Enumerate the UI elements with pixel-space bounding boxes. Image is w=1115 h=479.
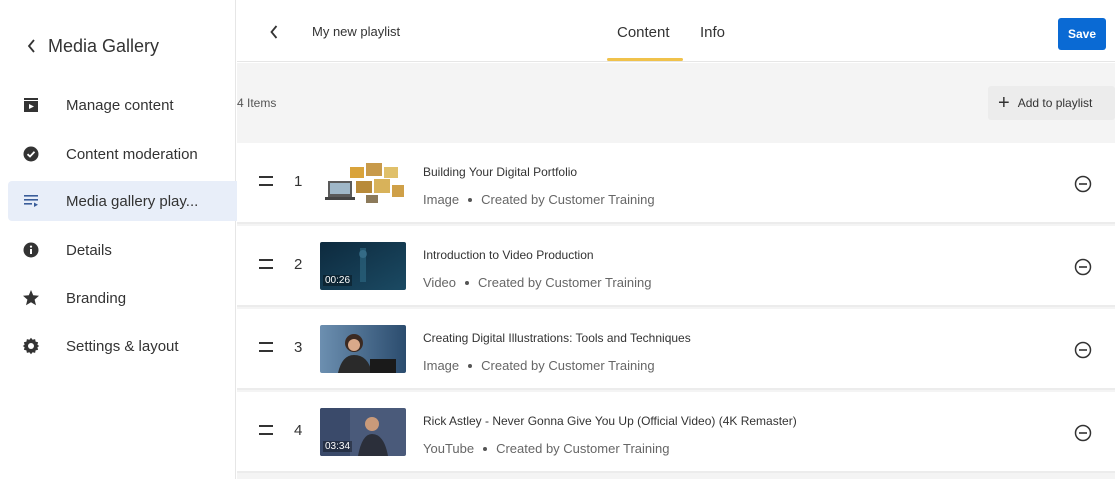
tab-content[interactable]: Content bbox=[617, 24, 670, 41]
item-creator: Created by Customer Training bbox=[496, 441, 670, 456]
list-item: 2 00:26 Introduction to Video Production… bbox=[237, 226, 1115, 307]
sidebar-header: Media Gallery bbox=[22, 33, 159, 59]
item-thumbnail bbox=[320, 325, 406, 373]
separator-dot bbox=[468, 197, 473, 202]
sidebar-item-label: Branding bbox=[66, 289, 127, 307]
item-creator: Created by Customer Training bbox=[481, 192, 655, 207]
tab-info[interactable]: Info bbox=[700, 24, 725, 41]
playlist-items-list: 1 Building Your Digital Portfolio Image … bbox=[237, 143, 1115, 473]
sidebar-item-manage-content[interactable]: Manage content bbox=[8, 85, 242, 125]
save-button[interactable]: Save bbox=[1058, 18, 1106, 50]
sidebar-title: Media Gallery bbox=[48, 35, 160, 56]
info-icon bbox=[21, 240, 41, 260]
item-title[interactable]: Introduction to Video Production bbox=[423, 248, 594, 262]
sidebar: Media Gallery Manage content Content mod… bbox=[0, 0, 241, 479]
item-meta: YouTube Created by Customer Training bbox=[423, 441, 670, 456]
sidebar-item-content-moderation[interactable]: Content moderation bbox=[8, 134, 242, 174]
item-index: 1 bbox=[294, 173, 303, 190]
item-thumbnail: 00:26 bbox=[320, 242, 406, 290]
item-index: 2 bbox=[294, 256, 303, 273]
item-index: 4 bbox=[294, 422, 303, 439]
item-type: Image bbox=[423, 358, 460, 373]
video-duration: 03:34 bbox=[323, 441, 353, 452]
playlist-name: My new playlist bbox=[312, 24, 401, 39]
item-meta: Video Created by Customer Training bbox=[423, 275, 651, 290]
drag-handle-icon[interactable] bbox=[259, 342, 273, 352]
remove-circle-icon[interactable] bbox=[1074, 175, 1092, 193]
separator-dot bbox=[483, 446, 488, 451]
back-chevron-icon[interactable] bbox=[22, 36, 42, 56]
remove-circle-icon[interactable] bbox=[1074, 258, 1092, 276]
item-thumbnail bbox=[320, 159, 406, 207]
add-to-playlist-button[interactable]: + Add to playlist bbox=[988, 86, 1115, 120]
drag-handle-icon[interactable] bbox=[259, 259, 273, 269]
gear-icon bbox=[21, 336, 41, 356]
check-circle-icon bbox=[21, 144, 41, 164]
sidebar-item-media-gallery-playlists[interactable]: Media gallery play... bbox=[8, 181, 241, 221]
video-duration: 00:26 bbox=[323, 275, 353, 286]
active-tab-indicator bbox=[607, 58, 683, 61]
list-item: 3 Creating Digital Illustrations: Tools … bbox=[237, 309, 1115, 390]
remove-circle-icon[interactable] bbox=[1074, 341, 1092, 359]
item-title[interactable]: Rick Astley - Never Gonna Give You Up (O… bbox=[423, 414, 797, 428]
back-chevron-icon[interactable] bbox=[264, 22, 284, 42]
sidebar-item-label: Media gallery play... bbox=[66, 192, 199, 210]
plus-icon: + bbox=[998, 92, 1010, 114]
list-item: 4 03:34 Rick Astley - Never Gonna Give Y… bbox=[237, 392, 1115, 473]
sidebar-item-label: Manage content bbox=[66, 96, 174, 114]
sidebar-item-label: Settings & layout bbox=[66, 337, 179, 355]
drag-handle-icon[interactable] bbox=[259, 176, 273, 186]
item-meta: Image Created by Customer Training bbox=[423, 358, 655, 373]
sidebar-item-label: Content moderation bbox=[66, 145, 198, 163]
list-item: 1 Building Your Digital Portfolio Image … bbox=[237, 143, 1115, 224]
sidebar-item-label: Details bbox=[66, 241, 112, 259]
sidebar-item-branding[interactable]: Branding bbox=[8, 278, 242, 318]
item-creator: Created by Customer Training bbox=[481, 358, 655, 373]
add-to-playlist-label: Add to playlist bbox=[1017, 96, 1093, 110]
item-type: YouTube bbox=[423, 441, 475, 456]
item-meta: Image Created by Customer Training bbox=[423, 192, 655, 207]
item-type: Image bbox=[423, 192, 460, 207]
sidebar-item-details[interactable]: Details bbox=[8, 230, 242, 270]
star-icon bbox=[21, 288, 41, 308]
separator-dot bbox=[468, 363, 473, 368]
item-title[interactable]: Building Your Digital Portfolio bbox=[423, 165, 577, 179]
items-count: 4 Items bbox=[237, 96, 277, 110]
item-type: Video bbox=[423, 275, 457, 290]
playlist-icon bbox=[21, 191, 41, 211]
item-thumbnail: 03:34 bbox=[320, 408, 406, 456]
drag-handle-icon[interactable] bbox=[259, 425, 273, 435]
item-index: 3 bbox=[294, 339, 303, 356]
item-creator: Created by Customer Training bbox=[478, 275, 652, 290]
remove-circle-icon[interactable] bbox=[1074, 424, 1092, 442]
sidebar-item-settings-layout[interactable]: Settings & layout bbox=[8, 326, 242, 366]
item-title[interactable]: Creating Digital Illustrations: Tools an… bbox=[423, 331, 691, 345]
media-icon bbox=[21, 95, 41, 115]
top-bar: My new playlist Content Info Save bbox=[237, 0, 1115, 62]
separator-dot bbox=[465, 280, 470, 285]
